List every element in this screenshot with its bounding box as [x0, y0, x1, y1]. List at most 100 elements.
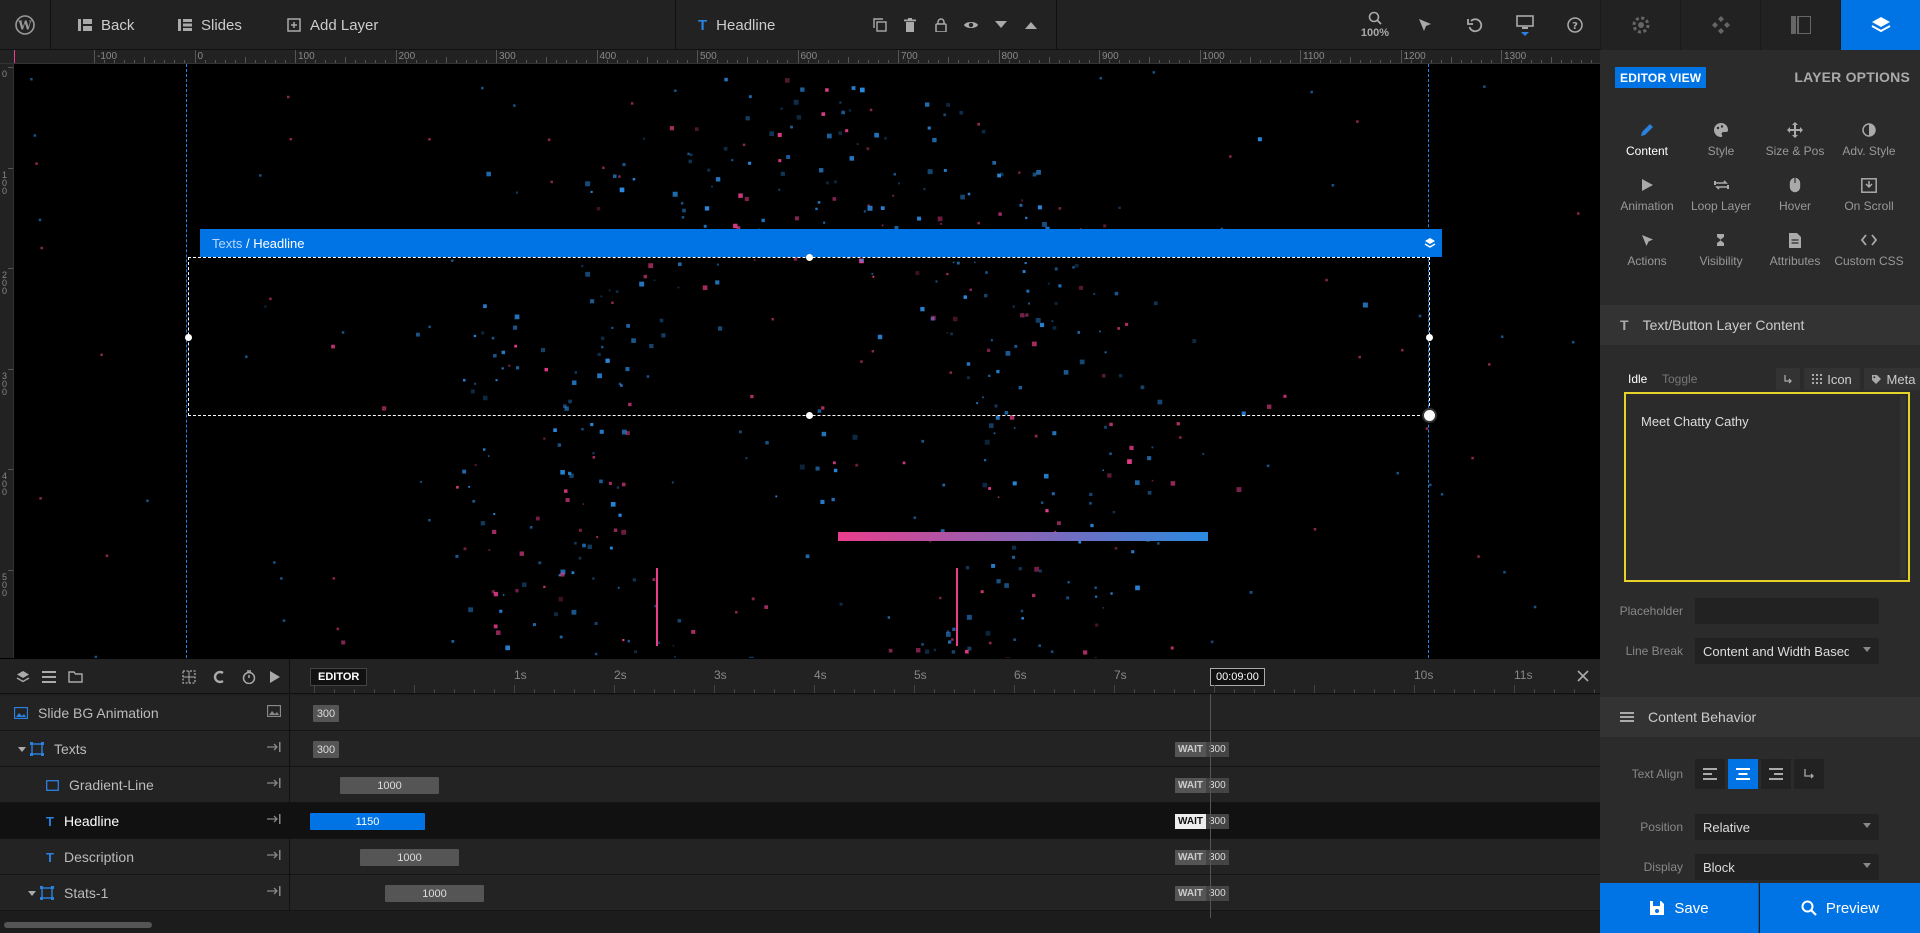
timeline-row[interactable]: Texts 300 WAIT 300: [0, 731, 1600, 767]
timeline-in-animation-bar[interactable]: 1000: [385, 885, 484, 902]
timeline-scrollbar[interactable]: [0, 918, 1600, 933]
play-icon[interactable]: [264, 659, 286, 694]
timeline-out-animation[interactable]: WAIT 300: [1175, 778, 1229, 793]
timeline-row[interactable]: Slide BG Animation 300: [0, 695, 1600, 731]
arrow-to-end-icon[interactable]: [267, 813, 281, 825]
meta-button[interactable]: Meta: [1864, 368, 1920, 390]
layer-text-editor[interactable]: Meet Chatty Cathy: [1624, 392, 1910, 582]
timeline-out-animation[interactable]: WAIT 300: [1175, 850, 1229, 865]
tab-loop-layer[interactable]: Loop Layer: [1684, 177, 1758, 222]
rotate-handle-icon[interactable]: [1422, 408, 1437, 423]
content-section-header[interactable]: T Text/Button Layer Content: [1600, 305, 1920, 345]
resize-handle-top[interactable]: [806, 254, 813, 261]
undo-icon[interactable]: [1460, 0, 1490, 50]
lock-icon[interactable]: [926, 0, 956, 50]
image-icon[interactable]: [267, 705, 281, 717]
toggle-tab[interactable]: Toggle: [1662, 372, 1697, 386]
timeline-layer-name[interactable]: Texts: [0, 731, 290, 767]
timeline-layer-name[interactable]: T Headline: [0, 803, 290, 839]
list-view-icon[interactable]: [38, 659, 60, 694]
tab-navigation[interactable]: [1680, 0, 1760, 50]
caret-down-icon[interactable]: [18, 746, 26, 752]
tab-layers[interactable]: [1840, 0, 1920, 50]
timeline-layer-name[interactable]: Gradient-Line: [0, 767, 290, 803]
grid-snap-icon[interactable]: [178, 659, 200, 694]
tab-adv-style[interactable]: Adv. Style: [1832, 122, 1906, 167]
tab-animation[interactable]: Animation: [1610, 177, 1684, 222]
timeline-out-animation[interactable]: WAIT 300: [1175, 742, 1229, 757]
align-justify-button[interactable]: [1794, 759, 1824, 789]
preview-button[interactable]: Preview: [1760, 883, 1920, 933]
timeline-out-animation[interactable]: WAIT 300: [1175, 886, 1229, 901]
line-break-button[interactable]: [1776, 368, 1800, 390]
tab-actions[interactable]: Actions: [1610, 232, 1684, 277]
selected-layer-headline[interactable]: [185, 254, 1437, 423]
tab-visibility[interactable]: Visibility: [1684, 232, 1758, 277]
move-up-icon[interactable]: [1016, 0, 1046, 50]
trash-icon[interactable]: [895, 0, 925, 50]
idle-tab[interactable]: Idle: [1628, 372, 1647, 386]
back-button[interactable]: Back: [78, 0, 134, 50]
wordpress-logo-icon[interactable]: W: [10, 0, 40, 50]
tab-style[interactable]: Style: [1684, 122, 1758, 167]
timeline-in-animation-bar[interactable]: 1150: [310, 813, 425, 830]
timeline-row[interactable]: T Description 1000 WAIT 300: [0, 839, 1600, 875]
timeline-row[interactable]: Stats-1 1000 WAIT 300: [0, 875, 1600, 911]
layers-stack-icon[interactable]: [1424, 237, 1436, 249]
duplicate-icon[interactable]: [865, 0, 895, 50]
tab-size-pos[interactable]: Size & Pos: [1758, 122, 1832, 167]
tab-on-scroll[interactable]: On Scroll: [1832, 177, 1906, 222]
close-timeline-icon[interactable]: [1576, 669, 1590, 683]
arrow-to-end-icon[interactable]: [267, 777, 281, 789]
layers-toggle-icon[interactable]: [12, 659, 34, 694]
editor-view-badge[interactable]: EDITOR VIEW: [1615, 67, 1707, 88]
timeline-in-animation-bar[interactable]: 300: [313, 741, 339, 758]
align-left-button[interactable]: [1695, 759, 1725, 789]
save-button[interactable]: Save: [1600, 883, 1759, 933]
arrow-to-end-icon[interactable]: [267, 885, 281, 897]
arrow-to-end-icon[interactable]: [267, 849, 281, 861]
icon-button[interactable]: Icon: [1804, 368, 1860, 390]
timeline-row[interactable]: T Headline 1150 WAIT 300: [0, 803, 1600, 839]
tab-settings[interactable]: [1600, 0, 1680, 50]
timeline-layer-name[interactable]: Stats-1: [0, 875, 290, 911]
breadcrumb-parent[interactable]: Texts: [212, 236, 242, 251]
behavior-section-header[interactable]: Content Behavior: [1600, 697, 1920, 737]
resize-handle-bottom[interactable]: [806, 412, 813, 419]
timeline-in-animation-bar[interactable]: 1000: [340, 777, 439, 794]
align-center-button[interactable]: [1728, 759, 1758, 789]
tab-custom-css[interactable]: Custom CSS: [1832, 232, 1906, 277]
stopwatch-icon[interactable]: [238, 659, 260, 694]
desktop-view-icon[interactable]: [1510, 0, 1540, 50]
move-down-icon[interactable]: [986, 0, 1016, 50]
current-layer-selector[interactable]: T Headline: [698, 0, 775, 50]
add-layer-button[interactable]: Add Layer: [287, 0, 378, 50]
textbox-scrollbar[interactable]: [1900, 396, 1906, 578]
align-right-button[interactable]: [1761, 759, 1791, 789]
resize-handle-right[interactable]: [1426, 334, 1433, 341]
playhead-time[interactable]: 00:09:00: [1210, 668, 1265, 686]
caret-down-icon[interactable]: [28, 890, 36, 896]
line-break-select[interactable]: Content and Width Based: [1695, 638, 1879, 664]
tab-hover[interactable]: Hover: [1758, 177, 1832, 222]
timeline-row[interactable]: Gradient-Line 1000 WAIT 300: [0, 767, 1600, 803]
resize-handle-left[interactable]: [185, 334, 192, 341]
magnet-icon[interactable]: [208, 659, 230, 694]
timeline-in-animation-bar[interactable]: 1000: [360, 849, 459, 866]
layer-breadcrumb-bar[interactable]: Texts / Headline: [200, 229, 1442, 257]
pointer-icon[interactable]: [1410, 0, 1440, 50]
help-icon[interactable]: ?: [1560, 0, 1590, 50]
placeholder-input[interactable]: [1695, 598, 1879, 624]
folder-icon[interactable]: [64, 659, 86, 694]
timeline-layer-name[interactable]: T Description: [0, 839, 290, 875]
eye-icon[interactable]: [956, 0, 986, 50]
gradient-line-layer[interactable]: [838, 532, 1208, 541]
timeline-in-animation-bar[interactable]: 300: [313, 705, 339, 722]
tab-slide-layout[interactable]: [1760, 0, 1840, 50]
position-select[interactable]: Relative: [1695, 814, 1879, 840]
display-select[interactable]: Block: [1695, 854, 1879, 880]
tab-attributes[interactable]: Attributes: [1758, 232, 1832, 277]
slide-canvas[interactable]: Texts / Headline: [14, 64, 1600, 658]
timeline-ruler[interactable]: EDITOR 1s2s3s4s5s6s7s8s10s11s12s 00:09:0…: [290, 659, 1633, 694]
tab-content[interactable]: Content: [1610, 122, 1684, 167]
